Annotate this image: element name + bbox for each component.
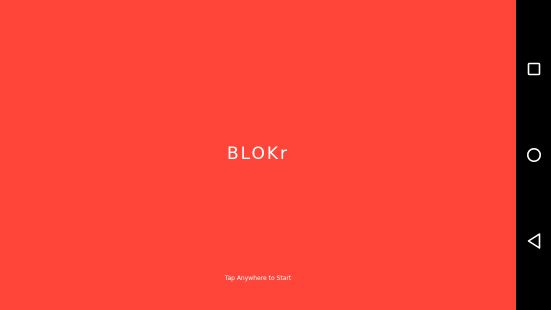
navigation-bar — [516, 0, 551, 310]
back-button[interactable] — [516, 221, 551, 261]
recents-button[interactable] — [516, 49, 551, 89]
game-start-area[interactable]: BLOKr Tap Anywhere to Start — [0, 0, 516, 310]
start-hint: Tap Anywhere to Start — [224, 275, 292, 282]
screen: BLOKr Tap Anywhere to Start — [0, 0, 551, 310]
game-title: BLOKr — [226, 144, 290, 164]
square-icon — [527, 62, 540, 76]
home-button[interactable] — [516, 135, 551, 175]
triangle-back-icon — [527, 233, 540, 249]
circle-icon — [526, 148, 541, 162]
